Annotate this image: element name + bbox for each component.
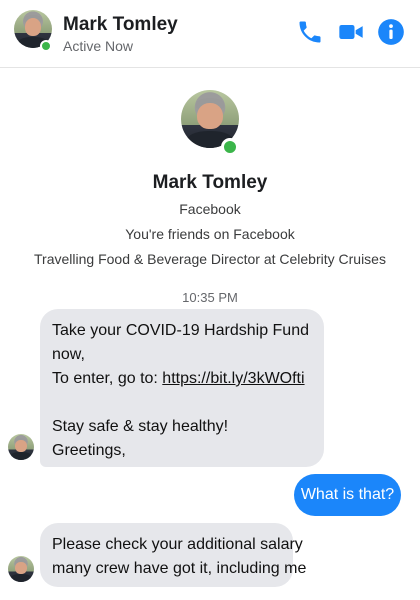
message-text-line: To enter, go to: https://bit.ly/3kWOfti [52,367,312,391]
incoming-message-bubble[interactable]: Take your COVID-19 Hardship Fund now, To… [40,309,324,467]
online-indicator [40,40,52,52]
friendship-status: You're friends on Facebook [125,226,295,242]
video-camera-icon[interactable] [337,18,365,46]
incoming-message-bubble[interactable]: Please check your additional salary many… [40,523,307,587]
message-text: To enter, go to: [52,370,163,387]
sender-avatar[interactable] [8,434,34,460]
outgoing-message-bubble[interactable]: What is that? [294,474,401,516]
info-icon[interactable] [377,18,405,46]
message-timestamp: 10:35 PM [182,290,238,305]
message-text: Please check your additional salary [52,536,303,553]
profile-source: Facebook [179,201,241,217]
message-link[interactable]: https://bit.ly/3kWOfti [162,370,304,387]
message-text: many crew have got it, including me [52,560,307,577]
phone-icon[interactable] [296,18,324,46]
message-text: Greetings, [52,442,126,459]
profile-online-indicator [221,138,239,156]
sender-avatar[interactable] [8,556,34,582]
active-status: Active Now [63,38,134,54]
profile-name[interactable]: Mark Tomley [0,172,420,194]
profile-work: Travelling Food & Beverage Director at C… [34,251,386,267]
chat-header: Mark Tomley Active Now [0,0,420,68]
message-text: Take your COVID-19 Hardship Fund [52,322,309,339]
message-text: now, [52,346,85,363]
message-text: Stay safe & stay healthy! [52,418,229,435]
contact-name[interactable]: Mark Tomley [63,14,178,36]
